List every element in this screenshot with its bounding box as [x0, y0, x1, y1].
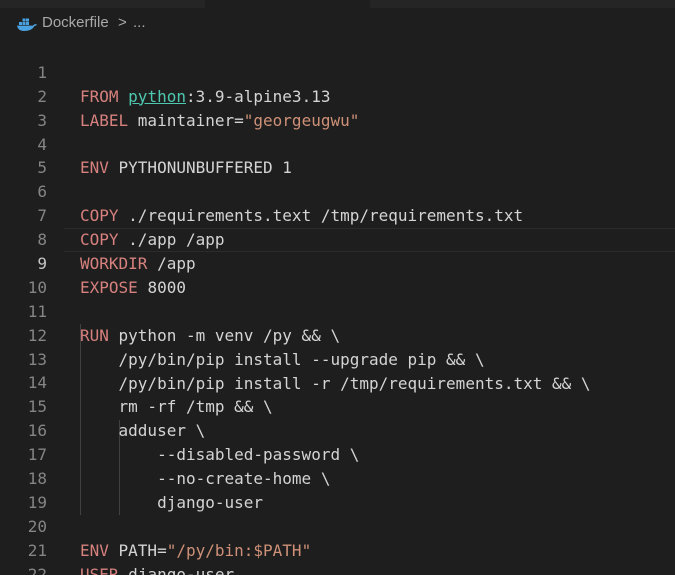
code-line: 4 ENV PYTHONUNBUFFERED 1: [0, 109, 675, 178]
breadcrumb[interactable]: Dockerfile > ...: [0, 8, 675, 36]
code-line: 21 USER django-user: [0, 515, 675, 575]
code-line: 18 django-user: [0, 443, 675, 512]
code-text: django-user: [128, 564, 235, 575]
code-line: 17 --no-create-home \: [0, 419, 675, 488]
code-line: 11 RUN python -m venv /py && \: [0, 276, 675, 345]
code-line: 12 /py/bin/pip install --upgrade pip && …: [0, 300, 675, 369]
code-line: 5: [0, 133, 675, 177]
code-area[interactable]: 1 FROM python:3.9-alpine3.13 2 LABEL mai…: [0, 37, 675, 575]
keyword: USER: [80, 564, 129, 575]
code-line: 14 rm -rf /tmp && \: [0, 348, 675, 416]
code-line: 13 /py/bin/pip install -r /tmp/requireme…: [0, 324, 675, 393]
breadcrumb-ellipsis[interactable]: ...: [133, 14, 146, 31]
code-line: 19: [0, 467, 675, 512]
code-line: 20 ENV PATH="/py/bin:$PATH": [0, 491, 675, 560]
code-line: 15 adduser \: [0, 371, 675, 440]
breadcrumb-separator: >: [118, 14, 127, 31]
code-line: 22: [0, 539, 675, 575]
tab-strip-right: [370, 0, 675, 8]
code-line: 2 LABEL maintainer="georgeugwu": [0, 61, 675, 130]
code-line: 1 FROM python:3.9-alpine3.13: [0, 37, 675, 106]
code-line: 8 WORKDIR /app: [0, 204, 675, 273]
docker-whale-icon: [17, 17, 39, 31]
code-line: 16 --disabled-password \: [0, 395, 675, 464]
breadcrumb-file[interactable]: Dockerfile: [42, 14, 109, 31]
code-line: 10: [0, 252, 675, 297]
line-number: 22: [27, 564, 47, 575]
tab-bar-strip: [0, 0, 675, 8]
code-line-current: 9 EXPOSE 8000: [0, 228, 675, 297]
code-line: 3: [0, 85, 675, 130]
code-line: 6 COPY ./requirements.text /tmp/requirem…: [0, 156, 675, 225]
code-line: 7 COPY ./app /app: [0, 180, 675, 249]
tab-strip-left: [0, 0, 205, 8]
code-editor[interactable]: Dockerfile > ... 1 FROM python:3.9-alpin…: [0, 0, 675, 575]
